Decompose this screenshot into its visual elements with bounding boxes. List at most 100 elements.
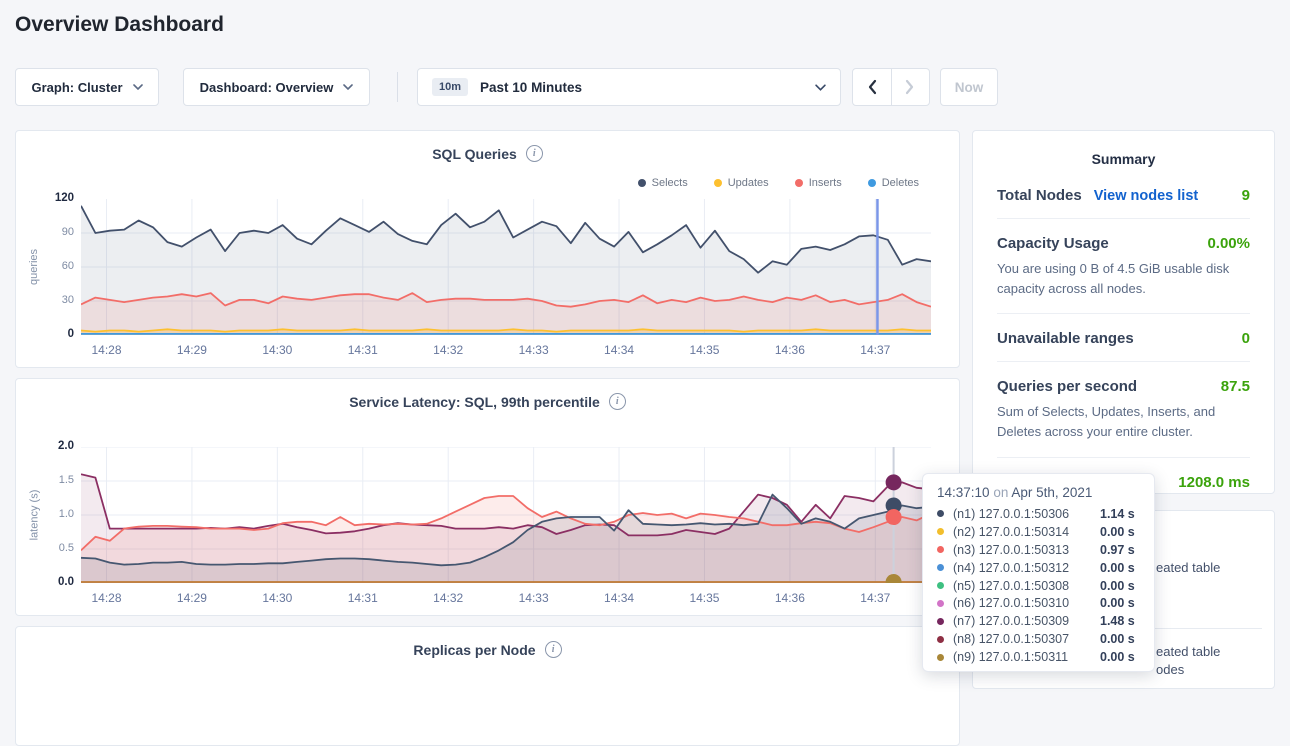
y-tick-label: 0.5	[59, 542, 74, 554]
service-latency-chart[interactable]	[81, 447, 931, 583]
sql-queries-chart[interactable]	[81, 199, 931, 335]
legend-label: Inserts	[809, 177, 842, 189]
graph-dropdown-label: Graph: Cluster	[31, 80, 122, 95]
now-button[interactable]: Now	[940, 68, 998, 106]
x-tick-label: 14:29	[177, 591, 207, 605]
qps-value: 87.5	[1221, 378, 1250, 395]
chart-title: SQL Queries	[432, 146, 517, 162]
legend-label: Deletes	[882, 177, 919, 189]
x-tick-label: 14:32	[433, 343, 463, 357]
y-tick-label: 2.0	[58, 440, 74, 452]
node-latency-value: 1.14 s	[1100, 507, 1135, 521]
node-latency-value: 1.48 s	[1100, 614, 1135, 628]
event-text-fragment: odes	[1156, 662, 1184, 677]
tooltip-node-row: (n7) 127.0.0.1:503091.48 s	[937, 612, 1140, 630]
node-latency-value: 0.00 s	[1100, 525, 1135, 539]
node-color-dot	[937, 510, 944, 517]
tooltip-node-row: (n4) 127.0.0.1:503120.00 s	[937, 559, 1140, 577]
chart-hover-tooltip: 14:37:10 on Apr 5th, 2021 (n1) 127.0.0.1…	[922, 473, 1155, 672]
node-color-dot	[937, 582, 944, 589]
x-tick-label: 14:28	[91, 343, 121, 357]
x-tick-label: 14:34	[604, 591, 634, 605]
x-tick-label: 14:35	[689, 343, 719, 357]
dashboard-dropdown[interactable]: Dashboard: Overview	[183, 68, 370, 106]
x-axis-ticks: 14:2814:2914:3014:3114:3214:3314:3414:35…	[81, 343, 931, 359]
prev-time-button[interactable]	[853, 69, 891, 105]
x-tick-label: 14:36	[775, 591, 805, 605]
node-address: (n3) 127.0.0.1:50313	[953, 543, 1100, 557]
x-tick-label: 14:32	[433, 591, 463, 605]
x-tick-label: 14:29	[177, 343, 207, 357]
x-tick-label: 14:37	[860, 343, 890, 357]
page-title: Overview Dashboard	[15, 13, 224, 37]
event-text-fragment: eated table	[1156, 644, 1220, 659]
view-nodes-list-link[interactable]: View nodes list	[1094, 188, 1199, 204]
tooltip-node-row: (n8) 127.0.0.1:503070.00 s	[937, 630, 1140, 648]
legend-color-dot	[638, 179, 646, 187]
sql-queries-card: SQL Queries i Selects Updates Inserts Delet…	[15, 130, 960, 368]
node-address: (n9) 127.0.0.1:50311	[953, 650, 1100, 664]
info-icon[interactable]: i	[526, 145, 543, 162]
chevron-down-icon	[343, 84, 353, 90]
legend-item-inserts[interactable]: Inserts	[795, 177, 842, 189]
time-range-label: Past 10 Minutes	[480, 80, 582, 95]
node-color-dot	[937, 654, 944, 661]
node-latency-value: 0.00 s	[1100, 579, 1135, 593]
capacity-description: You are using 0 B of 4.5 GiB usable disk…	[997, 259, 1250, 299]
graph-dropdown[interactable]: Graph: Cluster	[15, 68, 159, 106]
y-tick-label: 120	[55, 192, 74, 204]
node-latency-value: 0.00 s	[1100, 632, 1135, 646]
tooltip-node-row: (n5) 127.0.0.1:503080.00 s	[937, 577, 1140, 595]
node-latency-value: 0.00 s	[1100, 596, 1135, 610]
unavailable-ranges-label: Unavailable ranges	[997, 330, 1134, 347]
x-tick-label: 14:34	[604, 343, 634, 357]
legend-label: Selects	[652, 177, 688, 189]
summary-row-unavailable: Unavailable ranges 0	[997, 314, 1250, 362]
capacity-value: 0.00%	[1207, 235, 1250, 252]
legend-item-selects[interactable]: Selects	[638, 177, 688, 189]
x-tick-label: 14:36	[775, 343, 805, 357]
legend-color-dot	[868, 179, 876, 187]
chevron-left-icon	[867, 79, 877, 95]
info-icon[interactable]: i	[609, 393, 626, 410]
tooltip-node-row: (n6) 127.0.0.1:503100.00 s	[937, 594, 1140, 612]
node-color-dot	[937, 546, 944, 553]
x-tick-label: 14:28	[91, 591, 121, 605]
service-latency-card: Service Latency: SQL, 99th percentile i …	[15, 378, 960, 616]
time-range-dropdown[interactable]: 10m Past 10 Minutes	[417, 68, 841, 106]
tooltip-node-row: (n3) 127.0.0.1:503130.97 s	[937, 541, 1140, 559]
node-color-dot	[937, 636, 944, 643]
x-tick-label: 14:35	[689, 591, 719, 605]
x-tick-label: 14:30	[262, 343, 292, 357]
node-address: (n8) 127.0.0.1:50307	[953, 632, 1100, 646]
legend-item-deletes[interactable]: Deletes	[868, 177, 919, 189]
node-latency-value: 0.00 s	[1100, 650, 1135, 664]
divider	[397, 72, 398, 102]
legend-item-updates[interactable]: Updates	[714, 177, 769, 189]
summary-heading: Summary	[997, 131, 1250, 171]
y-tick-label: 90	[62, 226, 74, 238]
chevron-down-icon	[133, 84, 143, 90]
node-latency-value: 0.97 s	[1100, 543, 1135, 557]
time-range-badge: 10m	[432, 78, 468, 96]
tooltip-node-row: (n2) 127.0.0.1:503140.00 s	[937, 523, 1140, 541]
info-icon[interactable]: i	[545, 641, 562, 658]
x-tick-label: 14:33	[519, 343, 549, 357]
node-color-dot	[937, 600, 944, 607]
x-tick-label: 14:33	[519, 591, 549, 605]
dashboard-dropdown-label: Dashboard: Overview	[200, 80, 334, 95]
x-tick-label: 14:37	[860, 591, 890, 605]
node-address: (n5) 127.0.0.1:50308	[953, 579, 1100, 593]
chart-title: Replicas per Node	[413, 642, 535, 658]
qps-description: Sum of Selects, Updates, Inserts, and De…	[997, 402, 1250, 442]
tooltip-node-row: (n1) 127.0.0.1:503061.14 s	[937, 505, 1140, 523]
p99-latency-value: 1208.0 ms	[1178, 474, 1250, 491]
x-axis-ticks: 14:2814:2914:3014:3114:3214:3314:3414:35…	[81, 591, 931, 607]
summary-row-total-nodes: Total Nodes View nodes list 9	[997, 171, 1250, 219]
chart-legend: Selects Updates Inserts Deletes	[638, 177, 919, 189]
node-address: (n7) 127.0.0.1:50309	[953, 614, 1100, 628]
legend-color-dot	[795, 179, 803, 187]
node-color-dot	[937, 528, 944, 535]
next-time-button[interactable]	[891, 69, 930, 105]
tooltip-timestamp: 14:37:10 on Apr 5th, 2021	[937, 485, 1140, 500]
